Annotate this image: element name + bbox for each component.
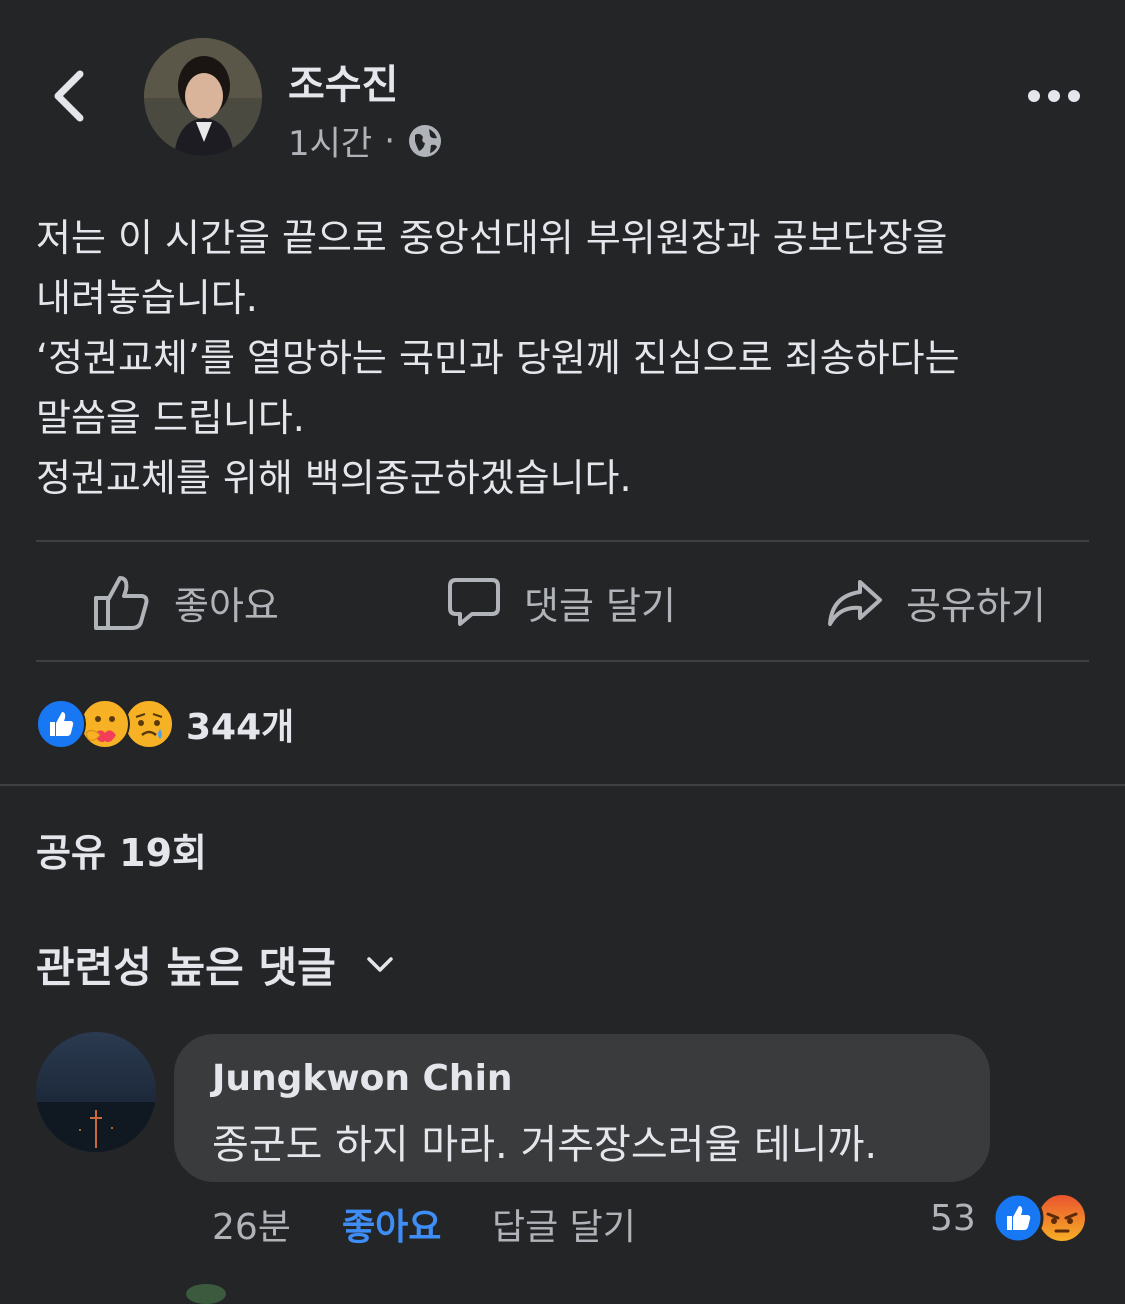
comments-filter-label: 관련성 높은 댓글 [36, 943, 336, 992]
share-label: 공유하기 [906, 583, 1046, 628]
comment-icon [448, 578, 500, 626]
sad-reaction-icon [124, 699, 174, 749]
comment-button[interactable]: 댓글 달기 [446, 570, 676, 634]
comment-time[interactable]: 26분 [212, 1198, 291, 1250]
author-name[interactable]: 조수진 [288, 52, 398, 110]
more-horizontal-icon [1028, 90, 1080, 102]
divider [36, 660, 1089, 662]
like-reaction-icon [36, 699, 86, 749]
comment-text: 종군도 하지 마라. 거추장스러울 테니까. [212, 1122, 878, 1168]
globe-icon [409, 124, 442, 157]
post-line: 내려놓습니다. [36, 276, 258, 320]
post-line: 정권교체를 위해 백의종군하겠습니다. [36, 456, 632, 500]
comments-filter[interactable]: 관련성 높은 댓글 [36, 934, 394, 995]
author-avatar[interactable] [144, 38, 262, 156]
comment-like-button[interactable]: 좋아요 [342, 1198, 441, 1250]
meta-separator: · [384, 120, 396, 161]
chevron-down-icon [366, 956, 393, 972]
post-line: 저는 이 시간을 끝으로 중앙선대위 부위원장과 공보단장을 [36, 216, 948, 260]
care-reaction-icon [80, 699, 130, 749]
commenter-name[interactable]: Jungkwon Chin [212, 1058, 513, 1099]
divider [36, 540, 1089, 542]
comment-reply-button[interactable]: 답글 달기 [492, 1198, 636, 1250]
comment-reactions[interactable] [992, 1192, 1088, 1244]
post-time[interactable]: 1시간 [288, 116, 372, 165]
back-button[interactable] [48, 68, 98, 124]
reaction-summary[interactable]: 344개 [36, 698, 294, 750]
post-line: 말씀을 드립니다. [36, 396, 305, 440]
thumbs-up-icon [94, 576, 149, 630]
section-divider [0, 784, 1125, 786]
comment-label: 댓글 달기 [524, 583, 676, 628]
next-comment-avatar[interactable] [186, 1284, 226, 1304]
post-body: 저는 이 시간을 끝으로 중앙선대위 부위원장과 공보단장을 내려놓습니다. ‘… [36, 208, 1096, 508]
post-line: ‘정권교체’를 열망하는 국민과 당원께 진심으로 죄송하다는 [36, 336, 960, 380]
post-meta: 1시간 · [288, 116, 443, 165]
share-icon [828, 580, 882, 626]
chevron-left-icon [54, 70, 84, 122]
commenter-avatar[interactable] [36, 1032, 156, 1152]
like-reaction-icon [992, 1192, 1044, 1244]
more-options-button[interactable] [1026, 82, 1082, 110]
comment-reaction-count[interactable]: 53 [930, 1198, 976, 1239]
share-count[interactable]: 공유 19회 [36, 822, 207, 877]
like-label: 좋아요 [174, 583, 279, 628]
like-button[interactable]: 좋아요 [92, 570, 279, 634]
share-button[interactable]: 공유하기 [826, 570, 1046, 634]
reaction-count: 344개 [186, 707, 295, 748]
